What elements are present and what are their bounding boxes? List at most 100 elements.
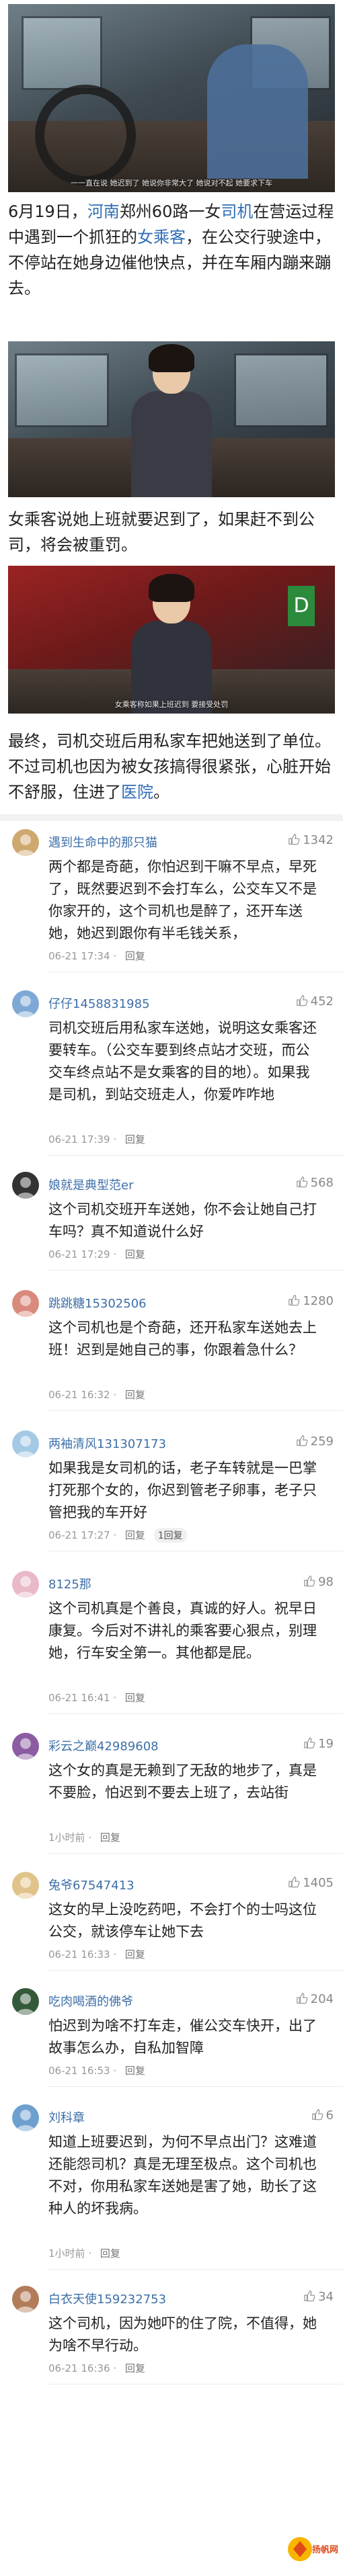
avatar[interactable] <box>12 1430 39 1457</box>
comment-time: 06-21 17:39 <box>48 1133 110 1146</box>
meta-dot: · <box>113 1948 120 1961</box>
like-button[interactable]: 19 <box>303 1737 334 1751</box>
comment-username[interactable]: 吃肉喝酒的佛爷 <box>48 1992 133 2010</box>
comment-text: 这个司机真是个善良，真诚的好人。祝早日康复。今后对不讲礼的乘客要心狠点，别理她，… <box>48 1600 317 1661</box>
comment-time: 06-21 16:41 <box>48 1692 110 1704</box>
woman-passenger <box>128 574 215 714</box>
link-henan[interactable]: 河南 <box>87 202 120 221</box>
reply-count-badge[interactable]: 1回复 <box>153 1528 187 1543</box>
article-paragraph-2: 女乘客说她上班就要迟到了，如果赶不到公司，将会被重罚。 <box>8 510 315 554</box>
like-button[interactable]: 98 <box>303 1575 334 1589</box>
like-button[interactable]: 259 <box>296 1434 334 1449</box>
like-button[interactable]: 204 <box>296 1992 334 2006</box>
avatar[interactable] <box>12 2286 39 2313</box>
reply-button[interactable]: 回复 <box>125 2065 145 2077</box>
like-button[interactable]: 452 <box>296 994 334 1008</box>
avatar[interactable] <box>12 990 39 1017</box>
avatar[interactable] <box>12 2104 39 2131</box>
reply-button[interactable]: 回复 <box>125 2362 145 2374</box>
thumbs-up-icon <box>289 1877 300 1888</box>
like-button[interactable]: 1280 <box>288 1294 334 1308</box>
like-button[interactable]: 1342 <box>288 833 334 847</box>
thumbs-up-icon <box>296 1435 308 1447</box>
comment-separator <box>48 1270 343 1271</box>
meta-dot: · <box>113 2065 120 2077</box>
comment-time: 06-21 16:33 <box>48 1948 110 1961</box>
reply-button[interactable]: 回复 <box>100 2247 120 2260</box>
reply-button[interactable]: 回复 <box>100 1832 120 1844</box>
thumbs-up-icon <box>304 1737 315 1749</box>
comment-time: 1小时前 <box>48 1832 85 1844</box>
like-button[interactable]: 568 <box>296 1176 334 1190</box>
text-span: 。 <box>153 783 169 802</box>
comment-username[interactable]: 兔爷67547413 <box>48 1876 135 1893</box>
comment-separator <box>48 1410 343 1411</box>
avatar[interactable] <box>12 1290 39 1317</box>
comment-separator <box>48 1155 343 1156</box>
comment-item: 娘就是典型范er 568 这个司机交班开车送她，你不会让她自己打车吗？真不知道说… <box>0 1169 343 1271</box>
reply-button[interactable]: 回复 <box>125 1133 145 1146</box>
comment-username[interactable]: 遇到生命中的那只猫 <box>48 833 157 851</box>
like-count: 1342 <box>303 833 334 847</box>
like-count: 98 <box>318 1575 334 1589</box>
comment-username[interactable]: 白衣天使159232753 <box>48 2290 166 2307</box>
thumbs-up-icon <box>296 995 308 1006</box>
like-count: 259 <box>310 1434 334 1449</box>
avatar[interactable] <box>12 1988 39 2015</box>
text-span: 最终，司机交班后用私家车把她送到了单位。不过司机也因为被女孩搞得很紧张，心脏开始… <box>8 732 331 802</box>
route-sign: D <box>288 586 315 626</box>
comment-separator <box>48 2086 343 2087</box>
avatar[interactable] <box>12 1571 39 1598</box>
avatar[interactable] <box>12 829 39 856</box>
reply-button[interactable]: 回复 <box>125 1948 145 1961</box>
meta-dot: · <box>113 1692 120 1704</box>
meta-dot: · <box>88 1832 95 1844</box>
watermark-logo: 扬帆网 <box>287 2529 339 2569</box>
avatar[interactable] <box>12 1872 39 1899</box>
photo-caption: 女乘客称如果上班迟到 要接受处罚 <box>114 700 229 709</box>
comment-username[interactable]: 跳跳糖15302506 <box>48 1294 147 1312</box>
comment-text: 这女的早上没吃药吧，不会打个的士吗这位公交，就该停车让她下去 <box>48 1901 317 1940</box>
reply-button[interactable]: 回复 <box>125 950 145 962</box>
comment-text: 这个司机也是个奇葩，还开私家车送她去上班！迟到是她自己的事，你跟着急什么？ <box>48 1320 317 1358</box>
reply-button[interactable]: 回复 <box>125 1529 145 1541</box>
like-button[interactable]: 34 <box>303 2290 334 2304</box>
comment-username[interactable]: 彩云之巅42989608 <box>48 1737 159 1754</box>
comment-meta: 06-21 16:32 · 回复 <box>48 1387 145 1402</box>
reply-button[interactable]: 回复 <box>125 1389 145 1401</box>
comment-time: 06-21 16:53 <box>48 2065 110 2077</box>
comment-username[interactable]: 两袖清风131307173 <box>48 1434 166 1452</box>
like-count: 452 <box>310 994 334 1008</box>
comment-time: 06-21 17:27 <box>48 1529 110 1541</box>
like-count: 1280 <box>303 1294 334 1308</box>
text-span: 郑州60路一女 <box>119 202 221 221</box>
link-hospital[interactable]: 医院 <box>121 783 153 802</box>
woman-passenger <box>128 344 215 497</box>
comment-meta: 06-21 16:36 · 回复 <box>48 2361 145 2375</box>
like-count: 19 <box>318 1737 334 1751</box>
comment-text: 这个司机交班开车送她，你不会让她自己打车吗？真不知道说什么好 <box>48 1201 317 1240</box>
comment-separator <box>48 2269 343 2270</box>
link-driver[interactable]: 司机 <box>221 202 253 221</box>
like-button[interactable]: 6 <box>311 2108 334 2122</box>
like-button[interactable]: 1405 <box>288 1876 334 1890</box>
comment-username[interactable]: 8125那 <box>48 1575 91 1592</box>
comment-separator <box>48 2384 343 2385</box>
comment-text: 两个都是奇葩，你怕迟到干嘛不早点，早死了，既然要迟到不会打车么，公交车又不是你家… <box>48 859 317 941</box>
link-passenger[interactable]: 女乘客 <box>137 228 186 247</box>
comment-item: 彩云之巅42989608 19 这个女的真是无赖到了无敌的地步了，真是不要脸，怕… <box>0 1730 343 1854</box>
comment-username[interactable]: 仔仔1458831985 <box>48 994 150 1012</box>
comment-item: 8125那 98 这个司机真是个善良，真诚的好人。祝早日康复。今后对不讲礼的乘客… <box>0 1568 343 1714</box>
news-photo-passenger-standing <box>8 341 335 497</box>
like-count: 204 <box>310 1992 334 2006</box>
steering-wheel <box>35 85 136 185</box>
comment-text: 如果我是女司机的话，老子车转就是一巴掌打死那个女的，你迟到管老子卵事，老子只管把… <box>48 1460 317 1520</box>
comment-item: 吃肉喝酒的佛爷 204 怕迟到为啥不打车走，催公交车快开，出了故事怎么办，自私加… <box>0 1985 343 2087</box>
comment-username[interactable]: 娘就是典型范er <box>48 1176 133 1193</box>
avatar[interactable] <box>12 1172 39 1199</box>
reply-button[interactable]: 回复 <box>125 1692 145 1704</box>
avatar[interactable] <box>12 1733 39 1760</box>
comment-username[interactable]: 刘科章 <box>48 2108 85 2126</box>
reply-button[interactable]: 回复 <box>125 1248 145 1260</box>
like-count: 1405 <box>303 1876 334 1890</box>
